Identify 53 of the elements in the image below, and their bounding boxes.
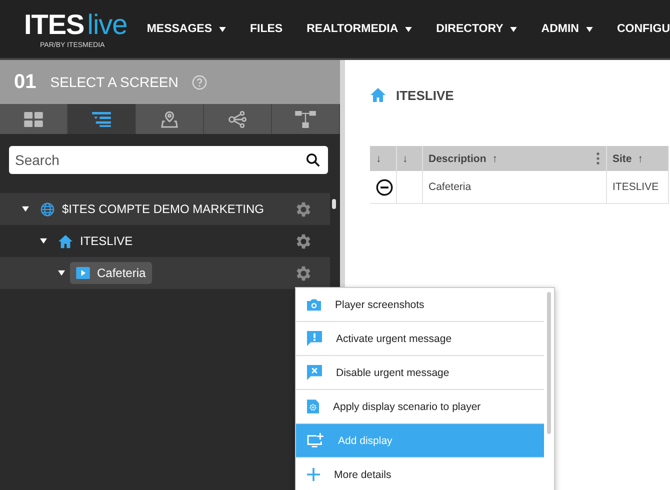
minus-circle-icon[interactable] (376, 178, 393, 196)
panel-title: SELECT A SCREEN (50, 74, 178, 90)
column-header[interactable]: ↓ (370, 146, 396, 171)
home-icon (370, 87, 386, 103)
gear-icon[interactable] (294, 232, 313, 250)
caret-icon[interactable] (22, 206, 29, 212)
add-display-icon (307, 433, 324, 448)
tree-item[interactable]: ITESLIVE (52, 230, 139, 252)
scrollbar-thumb[interactable] (547, 292, 551, 434)
nav-menu-item[interactable]: MESSAGES (146, 23, 226, 35)
table-cell: ITESLIVE (606, 171, 668, 204)
caret-icon[interactable] (405, 26, 412, 32)
nav-menu-item[interactable]: CONFIGU (616, 23, 670, 35)
search-icon[interactable] (306, 153, 320, 167)
caret-icon[interactable] (510, 26, 518, 32)
kebab-menu-icon[interactable] (596, 152, 600, 165)
home-icon (58, 234, 73, 248)
menu-item[interactable]: Disable urgent message (296, 356, 544, 390)
camera-icon (307, 298, 321, 311)
map-pin-icon[interactable] (161, 110, 178, 128)
tree-item[interactable]: Cafeteria (70, 262, 152, 284)
globe-icon (40, 202, 55, 216)
nav-menu-item[interactable]: FILES (250, 23, 283, 35)
document-gear-icon (307, 399, 319, 414)
gear-icon[interactable] (294, 264, 313, 282)
column-header[interactable]: Description ↑ (422, 146, 606, 171)
nav-menu-item[interactable]: DIRECTORY (436, 23, 518, 35)
column-header[interactable]: Site ↑ (606, 146, 668, 171)
menu-item[interactable]: Activate urgent message (296, 322, 544, 356)
caret-icon[interactable] (58, 270, 65, 276)
page-title: ITESLIVE (396, 88, 454, 102)
share-icon[interactable] (228, 110, 247, 128)
menu-item[interactable]: Player screenshots (296, 288, 544, 322)
plus-icon (307, 468, 320, 481)
list-icon[interactable] (92, 112, 111, 126)
hierarchy-icon[interactable] (295, 110, 316, 128)
caret-icon[interactable] (219, 26, 226, 32)
table-cell: Cafeteria (422, 171, 606, 204)
caret-icon[interactable] (40, 238, 47, 244)
gear-icon[interactable] (294, 200, 313, 218)
caret-icon[interactable] (586, 26, 593, 32)
player-icon (76, 267, 90, 279)
column-header[interactable]: ↓ (396, 146, 422, 171)
scrollbar-thumb[interactable] (332, 199, 336, 209)
step-number: 01 (14, 70, 36, 94)
cancel-message-icon (307, 365, 322, 380)
grid-icon[interactable] (24, 112, 43, 126)
alert-message-icon (307, 331, 322, 346)
nav-menu-item[interactable]: REALTORMEDIA (306, 23, 412, 35)
nav-menu-item[interactable]: ADMIN (541, 23, 593, 35)
menu-item[interactable]: Apply display scenario to player (296, 390, 544, 424)
view-tab[interactable] (68, 104, 136, 134)
search-field[interactable]: Search (9, 146, 328, 174)
